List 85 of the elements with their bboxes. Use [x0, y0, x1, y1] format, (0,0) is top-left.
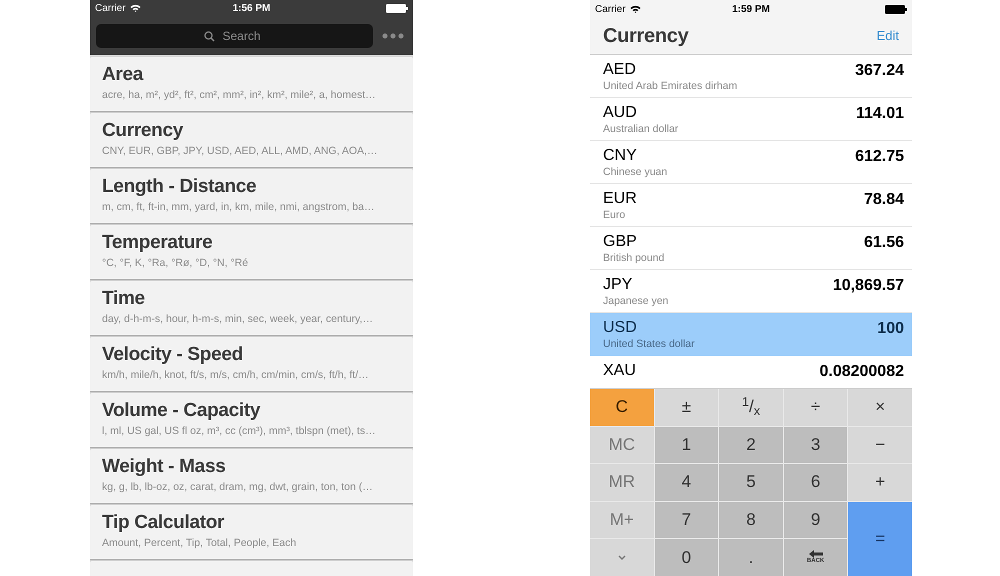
screen-title: Currency — [603, 24, 688, 49]
digit-key[interactable]: 6 — [784, 464, 848, 501]
currency-code: AUD — [603, 104, 638, 122]
status-time: 1:56 PM — [232, 2, 272, 16]
category-units: day, d-h-m-s, hour, h-m-s, min, sec, week, year, century,… — [102, 312, 374, 327]
digit-key[interactable]: . — [719, 539, 783, 576]
currency-code: EUR — [603, 190, 637, 208]
currency-row[interactable]: USD United States dollar 100 — [590, 313, 912, 356]
category-title: Length - Distance — [102, 174, 258, 199]
category-item[interactable]: Area acre, ha, m², yd², ft², cm², mm², in², km², mile², a, homest… — [90, 56, 413, 111]
search-field[interactable]: Search — [96, 24, 373, 48]
battery-icon — [885, 4, 907, 14]
category-item[interactable]: Weight - Mass kg, g, lb, lb-oz, oz, carat, dram, mg, dwt, grain, ton, ton (… — [90, 448, 413, 503]
category-title: Weight - Mass — [102, 454, 226, 479]
digit-key[interactable]: 3 — [784, 426, 848, 464]
operator-key[interactable]: × — [848, 389, 912, 426]
currency-code: JPY — [603, 276, 634, 294]
currency-name: United Arab Emirates dirham — [603, 79, 738, 93]
operator-key[interactable]: ÷ — [784, 389, 848, 426]
currency-name: Chinese yuan — [603, 165, 668, 179]
category-item[interactable]: Velocity - Speed km/h, mile/h, knot, ft/s, m/s, cm/h, cm/min, cm/s, ft/h, ft/… — [90, 336, 413, 391]
category-units: CNY, EUR, GBP, JPY, USD, AED, ALL, AMD, ANG, AOA,… — [102, 144, 378, 159]
clear-key[interactable]: C — [590, 389, 654, 426]
category-units: acre, ha, m², yd², ft², cm², mm², in², km², mile², a, homest… — [102, 88, 377, 103]
digit-key[interactable]: 4 — [654, 464, 718, 501]
operator-key[interactable]: − — [848, 426, 912, 464]
operator-key[interactable]: $^{1}$/$_{x}$ — [719, 389, 783, 426]
currency-name: Japanese yen — [603, 294, 668, 308]
left-arrow-icon — [808, 550, 823, 558]
category-title: Volume - Capacity — [102, 398, 262, 423]
category-title: Area — [102, 62, 144, 87]
operator-key[interactable]: + — [848, 464, 912, 501]
wifi-icon — [130, 4, 141, 12]
category-item[interactable]: Temperature °C, °F, K, °Ra, °Rø, °D, °N, °Ré — [90, 224, 413, 279]
currency-value: 0.08200082 — [819, 362, 904, 381]
category-item[interactable]: Volume - Capacity l, ml, US gal, US fl oz, m³, cc (cm³), mm³, tblspn (met), ts… — [90, 392, 413, 447]
currency-value: 78.84 — [864, 190, 904, 209]
currency-code: CNY — [603, 147, 638, 165]
digit-key[interactable]: 2 — [719, 426, 783, 464]
digit-key[interactable]: 0 — [654, 539, 718, 576]
currency-value: 114.01 — [856, 104, 904, 123]
category-units: °C, °F, K, °Ra, °Rø, °D, °N, °Ré — [102, 256, 250, 271]
category-item[interactable]: Tip Calculator Amount, Percent, Tip, Total, People, Each — [90, 504, 413, 559]
status-time: 1:59 PM — [731, 2, 771, 16]
digit-key[interactable]: 1 — [654, 426, 718, 464]
digit-key[interactable]: 7 — [654, 502, 718, 538]
equals-key[interactable]: = — [848, 502, 912, 576]
currency-value: 61.56 — [864, 233, 904, 252]
category-title: Temperature — [102, 230, 214, 255]
currency-name: Euro — [603, 208, 626, 222]
chevron-down-icon — [618, 555, 626, 560]
category-units: kg, g, lb, lb-oz, oz, carat, dram, mg, dwt, grain, ton, ton (… — [102, 480, 374, 495]
carrier-label: Carrier — [595, 2, 626, 16]
currency-name: United States dollar — [603, 337, 695, 351]
category-item[interactable]: Length - Distance m, cm, ft, ft-in, mm, yard, in, km, mile, nmi, angstrom, ba… — [90, 168, 413, 223]
currency-code: AED — [603, 61, 637, 79]
category-title: Time — [102, 286, 146, 311]
wifi-icon — [630, 5, 641, 13]
category-units: m, cm, ft, ft-in, mm, yard, in, km, mile, nmi, angstrom, ba… — [102, 200, 376, 215]
category-units: Amount, Percent, Tip, Total, People, Each — [102, 536, 298, 551]
category-item[interactable]: Currency CNY, EUR, GBP, JPY, USD, AED, ALL, AMD, ANG, AOA,… — [90, 112, 413, 167]
category-item[interactable]: Time day, d-h-m-s, hour, h-m-s, min, sec, week, year, century,… — [90, 280, 413, 335]
digit-key[interactable]: 9 — [784, 502, 848, 538]
currency-code: USD — [603, 319, 638, 337]
currency-value: 612.75 — [855, 147, 904, 166]
category-title: Currency — [102, 118, 184, 143]
category-units: km/h, mile/h, knot, ft/s, m/s, cm/h, cm/min, cm/s, ft/h, ft/… — [102, 368, 370, 383]
category-title: Velocity - Speed — [102, 342, 244, 367]
currency-value: 367.24 — [855, 61, 904, 80]
hide-keyboard-key[interactable] — [590, 539, 654, 576]
currency-name: British pound — [603, 251, 664, 265]
operator-key[interactable]: ± — [654, 389, 718, 426]
battery-icon — [386, 4, 408, 13]
currency-code: GBP — [603, 233, 638, 251]
currency-code: XAU — [603, 362, 636, 380]
category-title: Tip Calculator — [102, 510, 226, 535]
more-icon — [382, 32, 404, 39]
currency-value: 10,869.57 — [832, 276, 904, 295]
currency-value: 100 — [877, 319, 904, 338]
currency-name: Australian dollar — [603, 122, 678, 136]
carrier-label: Carrier — [95, 2, 126, 16]
digit-key[interactable]: 8 — [719, 502, 783, 538]
digit-key[interactable]: 5 — [719, 464, 783, 501]
category-units: l, ml, US gal, US fl oz, m³, cc (cm³), mm³, tblspn (met), ts… — [102, 424, 377, 439]
search-icon — [204, 30, 215, 42]
